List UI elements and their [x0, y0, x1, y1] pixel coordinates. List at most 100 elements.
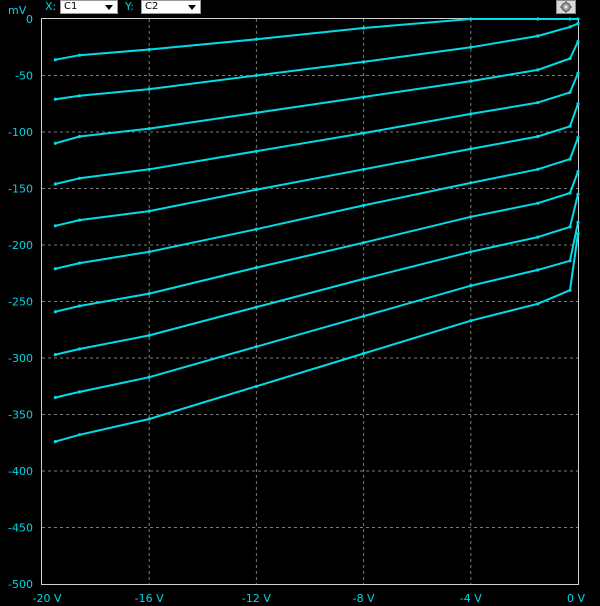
x-tick-label: -12 V	[242, 592, 271, 605]
data-point	[254, 73, 258, 78]
data-point	[254, 149, 258, 153]
data-point	[536, 101, 540, 105]
x-channel-select[interactable]: C1	[60, 0, 118, 14]
data-point	[469, 284, 473, 288]
data-point	[536, 201, 540, 205]
data-point	[147, 209, 151, 213]
data-point	[147, 333, 151, 337]
data-point	[77, 176, 82, 180]
chevron-down-icon	[188, 5, 196, 10]
data-point	[254, 37, 258, 41]
data-point	[576, 232, 580, 236]
data-point	[536, 235, 540, 239]
data-point	[469, 45, 473, 49]
x-tick-label: -4 V	[460, 592, 482, 605]
data-point	[469, 215, 473, 219]
y-tick-label: -500	[8, 578, 33, 591]
data-point	[77, 261, 82, 265]
y-tick-label: -300	[8, 352, 33, 365]
data-point	[536, 167, 540, 171]
data-point	[147, 250, 151, 254]
data-point	[147, 375, 151, 379]
x-channel-value: C1	[64, 1, 78, 12]
data-point	[53, 353, 58, 357]
y-tick-label: -450	[8, 522, 33, 535]
data-point	[147, 47, 151, 52]
data-point	[77, 94, 82, 98]
data-point	[147, 417, 151, 421]
data-point	[469, 250, 473, 254]
data-point	[254, 305, 258, 309]
data-point	[568, 225, 572, 229]
data-point	[362, 277, 366, 281]
data-point	[147, 167, 151, 171]
data-point	[536, 268, 540, 272]
y-channel-select[interactable]: C2	[141, 0, 201, 14]
data-point	[254, 384, 258, 388]
data-point	[536, 302, 540, 306]
data-point	[469, 112, 473, 116]
data-point	[53, 267, 58, 271]
x-tick-label: -8 V	[353, 592, 375, 605]
data-point	[568, 288, 572, 292]
data-point	[362, 167, 366, 171]
y-tick-label: -200	[8, 239, 33, 252]
data-point	[362, 351, 366, 356]
data-point	[576, 220, 580, 224]
data-point	[53, 141, 58, 145]
data-point	[576, 71, 580, 75]
settings-button[interactable]	[556, 0, 576, 14]
channel-toolbar: X: C1 Y: C2	[0, 0, 600, 16]
data-point	[53, 58, 58, 62]
data-point	[568, 124, 572, 128]
y-channel-label: Y:	[125, 0, 134, 13]
data-point	[77, 347, 82, 351]
data-point	[362, 131, 366, 135]
data-point	[568, 157, 572, 161]
data-point	[254, 111, 258, 115]
data-point	[53, 395, 58, 400]
data-point	[576, 102, 580, 106]
data-point	[53, 440, 58, 444]
y-channel-value: C2	[145, 1, 159, 12]
data-point	[469, 319, 473, 323]
data-point	[77, 53, 82, 57]
data-point	[568, 259, 572, 263]
y-tick-label: -250	[8, 296, 33, 309]
data-point	[362, 241, 366, 245]
data-point	[77, 390, 82, 394]
y-tick-label: -350	[8, 409, 33, 422]
data-point	[362, 203, 366, 207]
data-point	[362, 60, 366, 64]
x-tick-label: -20 V	[33, 592, 62, 605]
data-point	[576, 170, 580, 174]
x-channel-label: X:	[45, 0, 57, 13]
data-point	[536, 134, 540, 139]
data-point	[576, 17, 580, 21]
data-point	[536, 68, 540, 72]
data-point	[576, 192, 580, 196]
chevron-down-icon	[105, 5, 113, 10]
data-point	[576, 136, 580, 140]
y-tick-label: -150	[8, 183, 33, 196]
data-point	[536, 17, 540, 21]
data-point	[53, 182, 58, 186]
data-point	[469, 147, 473, 151]
data-point	[469, 79, 473, 83]
data-point	[77, 134, 82, 139]
data-point	[568, 90, 572, 94]
data-point	[254, 227, 258, 231]
data-point	[362, 95, 366, 99]
y-tick-label: -100	[8, 126, 33, 139]
data-point	[362, 314, 366, 318]
data-point	[254, 188, 258, 192]
data-point	[53, 310, 58, 314]
chart-canvas: 0-50-100-150-200-250-300-350-400-450-500…	[0, 0, 600, 606]
data-point	[53, 224, 58, 228]
data-point	[576, 21, 580, 26]
data-point	[568, 17, 572, 21]
data-point	[469, 181, 473, 185]
data-point	[536, 34, 540, 38]
data-point	[147, 127, 151, 131]
data-point	[254, 345, 258, 349]
